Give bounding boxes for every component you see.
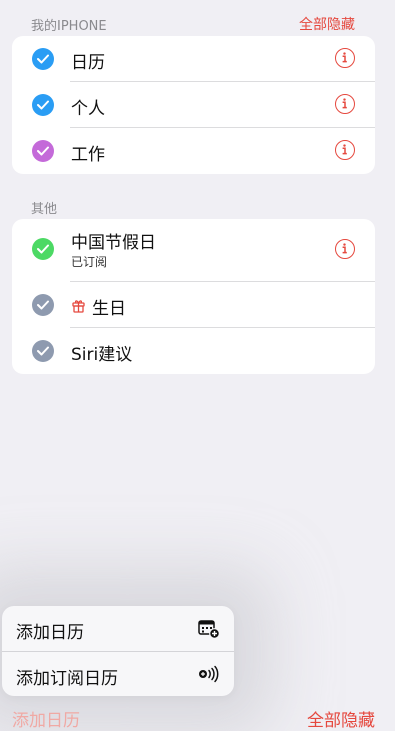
calendar-row-rili[interactable]: 日历	[12, 36, 375, 82]
menu-item-add-calendar[interactable]: 添加日历	[2, 606, 234, 651]
checkmark-icon[interactable]	[32, 48, 54, 70]
gift-icon	[71, 298, 86, 317]
info-icon[interactable]	[335, 48, 355, 68]
calendar-label: 日历	[71, 53, 105, 73]
hide-all-bottom-button[interactable]: 全部隐藏	[307, 706, 375, 731]
checkmark-icon[interactable]	[32, 294, 54, 316]
my-iphone-calendar-list: 日历 个人 工作	[12, 36, 375, 174]
subscribed-label: 已订阅	[71, 255, 108, 269]
calendar-add-icon	[198, 619, 220, 643]
menu-item-label: 添加订阅日历	[16, 669, 118, 689]
calendar-label: 生日	[92, 299, 126, 319]
calendar-row-holidays[interactable]: 中国节假日 已订阅	[12, 219, 375, 282]
calendar-row-work[interactable]: 工作	[12, 128, 375, 174]
hide-all-button[interactable]: 全部隐藏	[299, 14, 355, 34]
calendar-row-siri-suggestions[interactable]: Siri建议	[12, 328, 375, 374]
info-icon[interactable]	[335, 94, 355, 114]
calendar-row-birthdays[interactable]: 生日	[12, 282, 375, 328]
calendar-label: 中国节假日	[71, 233, 156, 253]
calendar-label: Siri建议	[71, 345, 133, 365]
calendar-row-personal[interactable]: 个人	[12, 82, 375, 128]
checkmark-icon[interactable]	[32, 140, 54, 162]
section-header-my-iphone: 我的IPHONE	[31, 19, 107, 34]
add-calendar-button[interactable]: 添加日历	[12, 706, 80, 731]
calendar-label: 工作	[71, 145, 105, 165]
menu-item-label: 添加日历	[16, 623, 84, 643]
section-header-other: 其他	[31, 202, 58, 217]
info-icon[interactable]	[335, 239, 355, 259]
menu-item-add-subscribed-calendar[interactable]: 添加订阅日历	[2, 651, 234, 696]
calendar-label: 个人	[71, 99, 105, 119]
info-icon[interactable]	[335, 140, 355, 160]
checkmark-icon[interactable]	[32, 238, 54, 260]
checkmark-icon[interactable]	[32, 340, 54, 362]
subscribe-icon	[198, 665, 220, 687]
other-calendar-list: 中国节假日 已订阅 生日 Siri建议	[12, 219, 375, 374]
add-calendar-menu: 添加日历 添加订阅日历	[2, 606, 234, 696]
checkmark-icon[interactable]	[32, 94, 54, 116]
